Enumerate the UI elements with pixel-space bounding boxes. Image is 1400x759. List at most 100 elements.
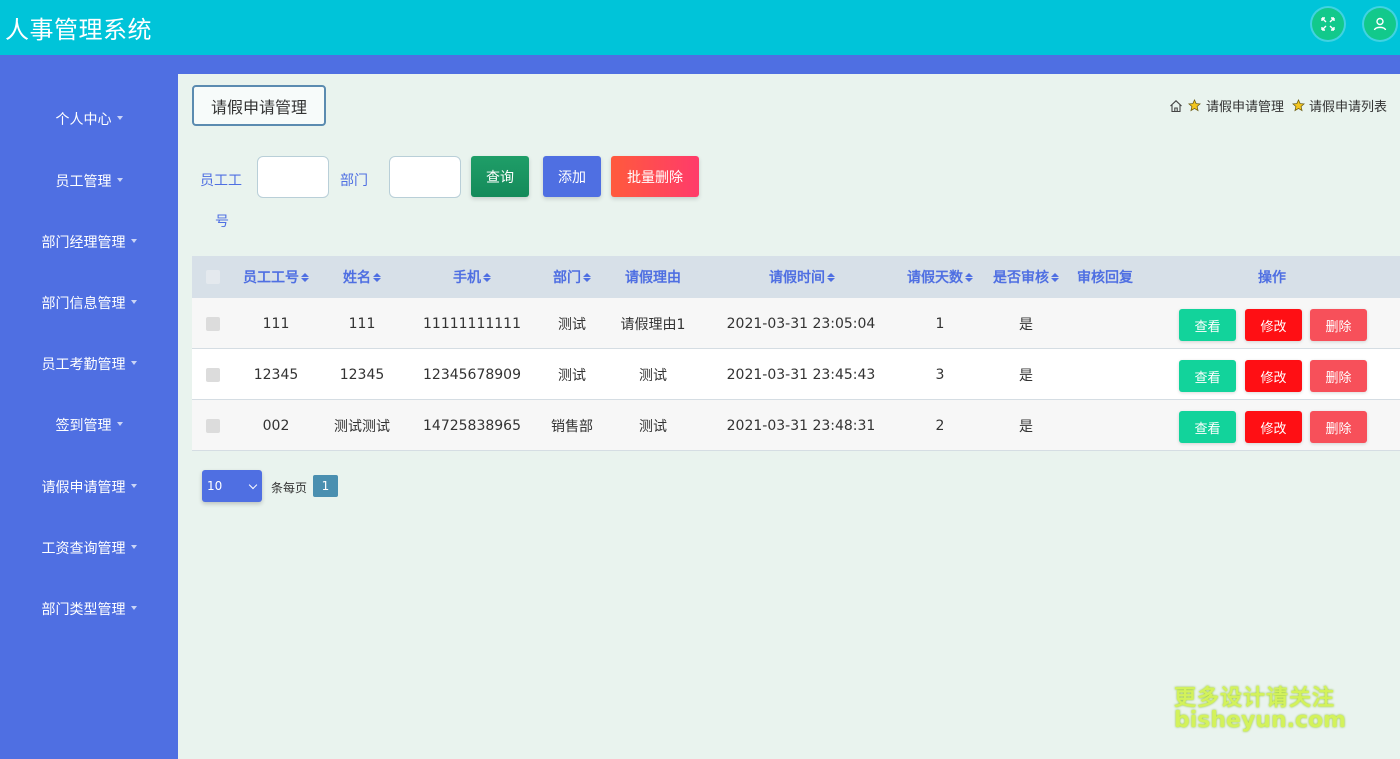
sidebar-item-checkin[interactable]: 签到管理 <box>0 410 178 440</box>
cell-time: 2021-03-31 23:48:31 <box>726 417 876 434</box>
cell-reply <box>1072 349 1138 400</box>
delete-button[interactable]: 删除 <box>1310 309 1367 341</box>
department-label: 部门 <box>340 173 368 189</box>
row-checkbox[interactable] <box>206 367 220 382</box>
sidebar-item-dept-info[interactable]: 部门信息管理 <box>0 288 178 318</box>
sidebar-item-label: 部门经理管理 <box>41 235 126 251</box>
column-header-actions: 操作 <box>1258 270 1286 286</box>
column-header-approved[interactable]: 是否审核 <box>988 256 1064 298</box>
bulk-delete-button[interactable]: 批量删除 <box>611 156 699 197</box>
star-icon <box>1291 99 1305 112</box>
per-page-label: 条每页 <box>271 481 308 495</box>
cell-phone: 14725838965 <box>423 417 521 434</box>
sidebar-item-label: 请假申请管理 <box>41 480 126 496</box>
sidebar-item-salary[interactable]: 工资查询管理 <box>0 533 178 563</box>
cell-phone: 12345678909 <box>423 366 521 383</box>
row-checkbox[interactable] <box>206 316 220 331</box>
cell-name: 12345 <box>339 366 385 383</box>
sidebar-item-dept-managers[interactable]: 部门经理管理 <box>0 227 178 257</box>
add-button[interactable]: 添加 <box>543 156 601 197</box>
page-title: 请假申请管理 <box>192 85 326 126</box>
breadcrumb-item: 请假申请列表 <box>1308 100 1387 115</box>
query-button[interactable]: 查询 <box>471 156 529 197</box>
page-size-value: 10 <box>207 479 223 493</box>
sidebar-item-label: 员工管理 <box>55 174 112 190</box>
sidebar-item-label: 部门类型管理 <box>41 602 126 618</box>
sort-icon <box>583 272 591 282</box>
sidebar-item-label: 工资查询管理 <box>41 541 126 557</box>
sort-icon <box>965 272 973 282</box>
cell-days: 1 <box>935 315 945 332</box>
sort-icon <box>483 272 491 282</box>
delete-button[interactable]: 删除 <box>1310 360 1367 392</box>
column-header-reason: 请假理由 <box>625 270 681 286</box>
fullscreen-icon[interactable] <box>1312 8 1344 40</box>
select-all-checkbox[interactable] <box>206 270 220 284</box>
chevron-down-icon <box>116 116 123 120</box>
sidebar-item-employees[interactable]: 员工管理 <box>0 166 178 196</box>
breadcrumb: 请假申请管理 请假申请列表 <box>1169 96 1387 115</box>
sidebar-item-dept-types[interactable]: 部门类型管理 <box>0 594 178 624</box>
cell-time: 2021-03-31 23:45:43 <box>726 366 876 383</box>
chevron-down-icon <box>248 480 258 490</box>
sort-icon <box>1051 272 1059 282</box>
main-content: 请假申请管理 请假申请管理 请假申请列表 员工工 号 部门 查询 添加 批量删除… <box>178 74 1400 759</box>
row-checkbox[interactable] <box>206 418 220 433</box>
chevron-down-icon <box>130 300 137 304</box>
edit-button[interactable]: 修改 <box>1245 360 1302 392</box>
watermark-line-2: bisheyun.com <box>1174 708 1347 733</box>
cell-reply <box>1072 298 1138 349</box>
table-row: 12345 12345 12345678909 测试 测试 2021-03-31… <box>192 349 1400 400</box>
table-row: 111 111 11111111111 测试 请假理由1 2021-03-31 … <box>192 298 1400 349</box>
column-header-phone[interactable]: 手机 <box>437 256 507 298</box>
table-header: 员工工号 姓名 手机 部门 请假理由 请假时间 请假天数 是否审核 审核回复 操… <box>192 256 1400 298</box>
delete-button[interactable]: 删除 <box>1310 411 1367 443</box>
page-size-select[interactable]: 10 <box>202 470 262 502</box>
edit-button[interactable]: 修改 <box>1245 411 1302 443</box>
top-bar: 人事管理系统 <box>0 0 1400 55</box>
sort-icon <box>301 272 309 282</box>
cell-days: 2 <box>935 417 945 434</box>
cell-phone: 11111111111 <box>423 315 521 332</box>
page-button-current[interactable]: 1 <box>313 475 338 497</box>
sort-icon <box>373 272 381 282</box>
cell-reason: 测试 <box>639 367 667 384</box>
employee-no-label: 员工工 <box>200 173 242 189</box>
column-header-time[interactable]: 请假时间 <box>732 256 872 298</box>
edit-button[interactable]: 修改 <box>1245 309 1302 341</box>
leave-table: 员工工号 姓名 手机 部门 请假理由 请假时间 请假天数 是否审核 审核回复 操… <box>192 256 1400 451</box>
department-input[interactable] <box>389 156 461 198</box>
chevron-down-icon <box>130 606 137 610</box>
user-icon[interactable] <box>1364 8 1396 40</box>
home-icon[interactable] <box>1169 99 1183 113</box>
cell-employee-no: 12345 <box>253 366 299 383</box>
sidebar-item-personal-center[interactable]: 个人中心 <box>0 104 178 134</box>
chevron-down-icon <box>130 545 137 549</box>
column-header-employee-no[interactable]: 员工工号 <box>236 256 316 298</box>
breadcrumb-item[interactable]: 请假申请管理 <box>1206 96 1284 115</box>
view-button[interactable]: 查看 <box>1179 411 1236 443</box>
cell-reason: 请假理由1 <box>620 316 686 333</box>
employee-no-input[interactable] <box>257 156 329 198</box>
header-strip <box>0 55 1400 74</box>
view-button[interactable]: 查看 <box>1179 360 1236 392</box>
chevron-down-icon <box>116 422 123 426</box>
column-header-name[interactable]: 姓名 <box>332 256 392 298</box>
cell-approved: 是 <box>1019 418 1033 435</box>
sidebar-item-attendance[interactable]: 员工考勤管理 <box>0 349 178 379</box>
chevron-down-icon <box>130 361 137 365</box>
cell-employee-no: 002 <box>262 417 290 434</box>
cell-department: 测试 <box>558 367 586 384</box>
sidebar-item-label: 个人中心 <box>55 112 112 128</box>
column-header-days[interactable]: 请假天数 <box>902 256 978 298</box>
sidebar-item-label: 部门信息管理 <box>41 296 126 312</box>
cell-department: 销售部 <box>551 418 593 435</box>
column-header-department[interactable]: 部门 <box>542 256 602 298</box>
sidebar-item-label: 员工考勤管理 <box>41 357 126 373</box>
cell-name: 测试测试 <box>334 418 390 435</box>
chevron-down-icon <box>116 178 123 182</box>
sidebar-item-leave-requests[interactable]: 请假申请管理 <box>0 472 178 502</box>
chevron-down-icon <box>130 484 137 488</box>
star-icon <box>1187 99 1201 112</box>
view-button[interactable]: 查看 <box>1179 309 1236 341</box>
